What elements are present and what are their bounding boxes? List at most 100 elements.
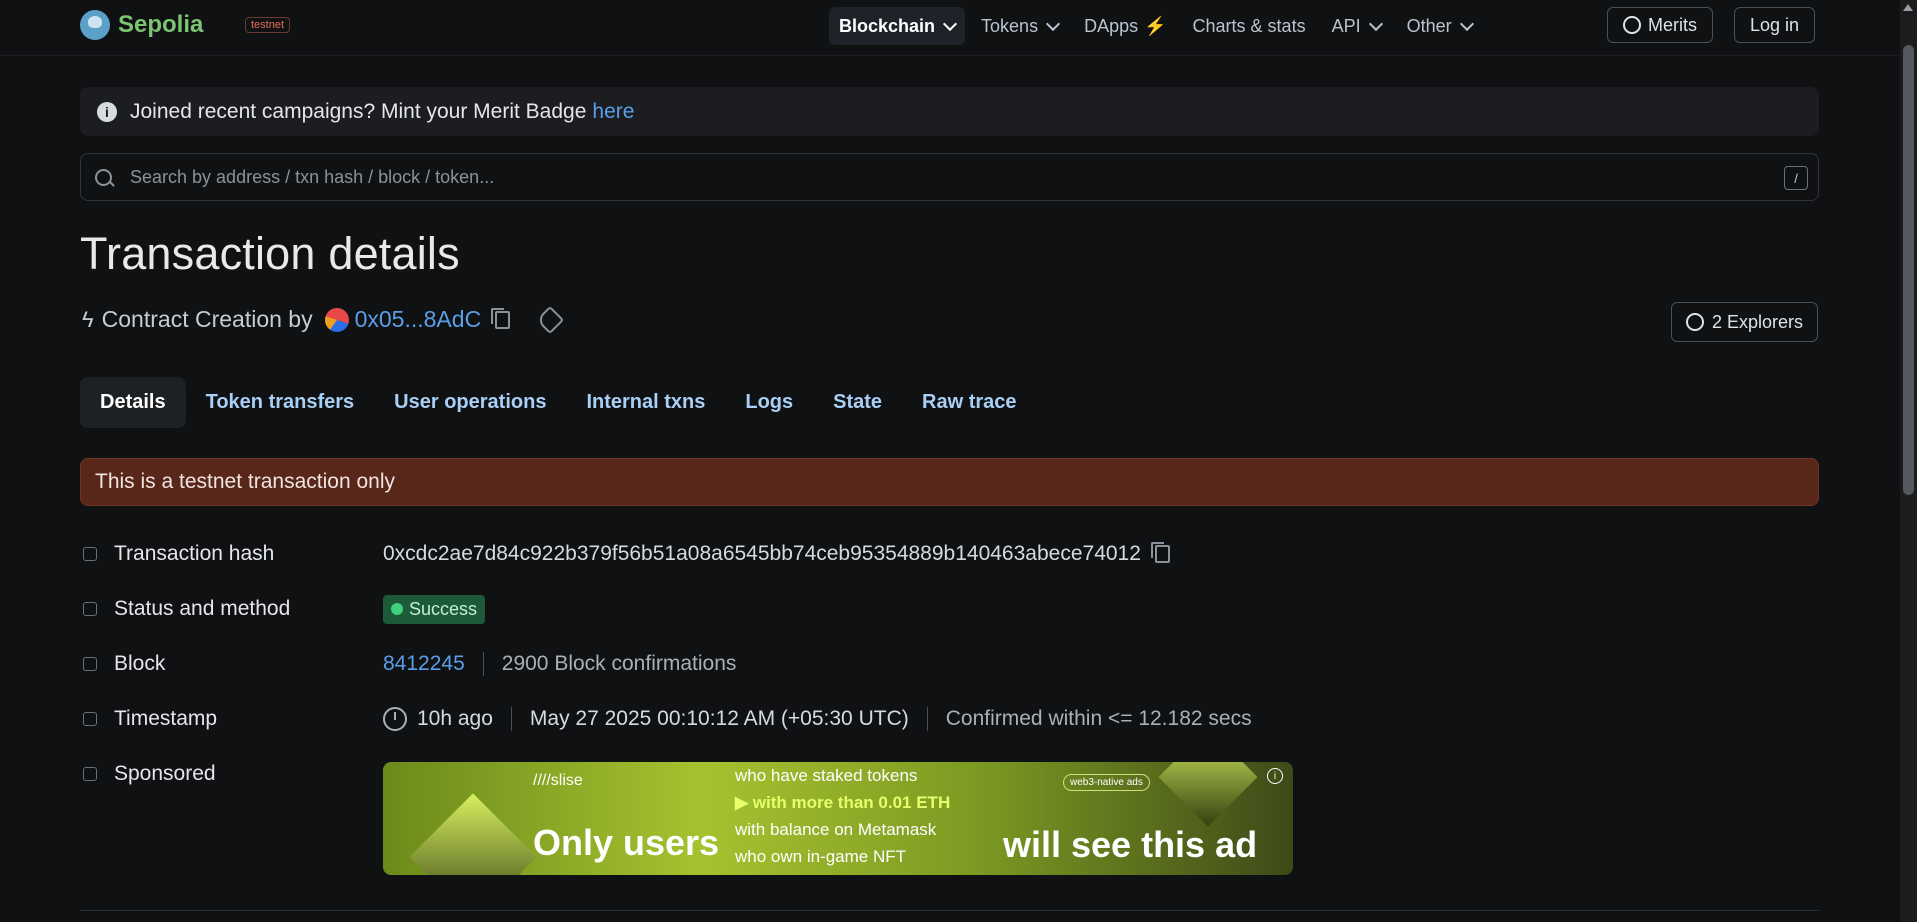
row-value: Success [383, 594, 486, 624]
nav-label: Charts & stats [1192, 15, 1306, 36]
nav-other[interactable]: Other [1397, 7, 1482, 45]
lightning-icon: ⚡ [1144, 15, 1167, 36]
chevron-down-icon [1368, 16, 1383, 32]
network-badge: testnet [245, 17, 291, 33]
ad-lines: who have staked tokens ▶ with more than … [735, 762, 950, 870]
compass-icon [1686, 313, 1704, 331]
row-label: Sponsored [114, 762, 216, 785]
tab-internal-txns[interactable]: Internal txns [566, 377, 725, 428]
time-ago: 10h ago [417, 707, 493, 730]
nav-label: API [1331, 15, 1361, 36]
row-label: Status and method [114, 597, 291, 620]
ad-headline-right: will see this ad [1003, 824, 1258, 865]
subtitle-prefix: Contract Creation by [101, 306, 313, 332]
logo-text: Sepolia [118, 11, 204, 38]
check-circle-icon [391, 603, 403, 615]
hint-icon[interactable] [83, 547, 97, 561]
chevron-down-icon [1459, 16, 1474, 32]
row-block: Block 8412245 2900 Block confirmations [80, 644, 1580, 684]
hint-icon[interactable] [83, 657, 97, 671]
chevron-down-icon [1046, 16, 1061, 32]
scrollbar-thumb[interactable] [1903, 45, 1914, 495]
row-timestamp: Timestamp 10h ago May 27 2025 00:10:12 A… [80, 699, 1580, 739]
merits-button[interactable]: Merits [1607, 7, 1713, 43]
nav-charts-stats[interactable]: Charts & stats [1183, 7, 1316, 45]
search-shortcut-key: / [1784, 166, 1808, 190]
row-label: Block [114, 652, 166, 675]
login-button[interactable]: Log in [1734, 7, 1816, 43]
tab-token-transfers[interactable]: Token transfers [186, 377, 375, 428]
banner-link[interactable]: here [592, 100, 634, 124]
nav-label: Blockchain [839, 15, 936, 36]
divider [510, 707, 512, 731]
nav-api[interactable]: API [1322, 7, 1391, 45]
scroll-up-arrow-icon[interactable] [1903, 4, 1913, 11]
ad-line: ▶ with more than 0.01 ETH [735, 793, 951, 812]
copy-icon[interactable] [1150, 542, 1170, 563]
page-scrollbar[interactable] [1900, 0, 1917, 922]
row-value: 10h ago May 27 2025 00:10:12 AM (+05:30 … [383, 707, 1252, 731]
info-icon: i [97, 101, 117, 122]
merits-label: Merits [1648, 14, 1697, 35]
hint-icon[interactable] [83, 712, 97, 726]
ad-line: who own in-game NFT [735, 847, 907, 866]
creator-address-link[interactable]: 0x05...8AdC [355, 306, 482, 333]
divider [482, 652, 484, 676]
testnet-warning: This is a testnet transaction only [80, 458, 1819, 506]
section-divider [80, 910, 1819, 911]
ad-info-icon[interactable]: i [1267, 768, 1283, 784]
copy-icon[interactable] [491, 307, 511, 329]
clock-icon [383, 707, 407, 731]
explorers-button[interactable]: 2 Explorers [1671, 302, 1819, 342]
transaction-subtitle: ϟ Contract Creation by 0x05...8AdC [82, 305, 565, 334]
ad-line-text: with more than 0.01 ETH [752, 793, 951, 812]
tab-raw-trace[interactable]: Raw trace [902, 377, 1037, 428]
merits-icon [1623, 16, 1641, 34]
nav-dapps[interactable]: DApps ⚡ [1074, 7, 1176, 45]
row-value: 8412245 2900 Block confirmations [383, 652, 736, 676]
ad-brand: ////slise [533, 772, 583, 789]
search-input[interactable] [128, 165, 1692, 189]
confirmed-within: Confirmed within <= 12.182 secs [945, 707, 1252, 730]
banner-text: Joined recent campaigns? Mint your Merit… [130, 99, 587, 123]
nav-blockchain[interactable]: Blockchain [829, 7, 966, 45]
ad-line: who have staked tokens [735, 766, 918, 785]
main-nav: Blockchain Tokens DApps ⚡ Charts & stats… [829, 7, 1488, 45]
block-number-link[interactable]: 8412245 [383, 652, 465, 676]
row-label: Transaction hash [114, 542, 275, 565]
address-avatar [324, 307, 349, 332]
tab-state[interactable]: State [813, 377, 902, 428]
row-transaction-hash: Transaction hash 0xcdc2ae7d84c922b379f56… [80, 534, 1580, 574]
tab-user-operations[interactable]: User operations [374, 377, 566, 428]
ad-pill: web3-native ads [1063, 774, 1150, 791]
divider [926, 707, 928, 731]
tab-logs[interactable]: Logs [725, 377, 813, 428]
tab-details[interactable]: Details [80, 377, 186, 428]
ad-graphic [1158, 762, 1258, 827]
ad-line: with balance on Metamask [735, 820, 937, 839]
row-value: 0xcdc2ae7d84c922b379f56b51a08a6545bb74ce… [383, 542, 1170, 566]
block-confirmations: 2900 Block confirmations [501, 652, 737, 675]
logo[interactable]: Sepolia [80, 10, 203, 40]
sepolia-logo-icon [80, 10, 110, 40]
search-bar: / [80, 153, 1819, 201]
ad-headline-left: Only users [533, 822, 720, 863]
status-badge: Success [383, 594, 486, 624]
nav-label: Other [1406, 15, 1452, 36]
timestamp-datetime: May 27 2025 00:10:12 AM (+05:30 UTC) [529, 707, 909, 730]
chevron-down-icon [942, 16, 958, 32]
tab-bar: Details Token transfers User operations … [80, 377, 1037, 428]
status-text: Success [409, 598, 478, 619]
nav-tokens[interactable]: Tokens [971, 7, 1068, 45]
nav-label: Tokens [981, 15, 1039, 36]
ad-graphic [409, 793, 537, 875]
page-title: Transaction details [80, 228, 460, 279]
add-tag-icon[interactable] [536, 305, 565, 334]
search-icon [95, 168, 112, 186]
hint-icon[interactable] [83, 767, 97, 781]
lightning-icon: ϟ [82, 306, 94, 332]
hint-icon[interactable] [83, 602, 97, 616]
transaction-hash-value: 0xcdc2ae7d84c922b379f56b51a08a6545bb74ce… [383, 542, 1141, 565]
sponsored-ad-banner[interactable]: ////slise Only users who have staked tok… [383, 762, 1293, 875]
explorers-label: 2 Explorers [1712, 311, 1804, 332]
